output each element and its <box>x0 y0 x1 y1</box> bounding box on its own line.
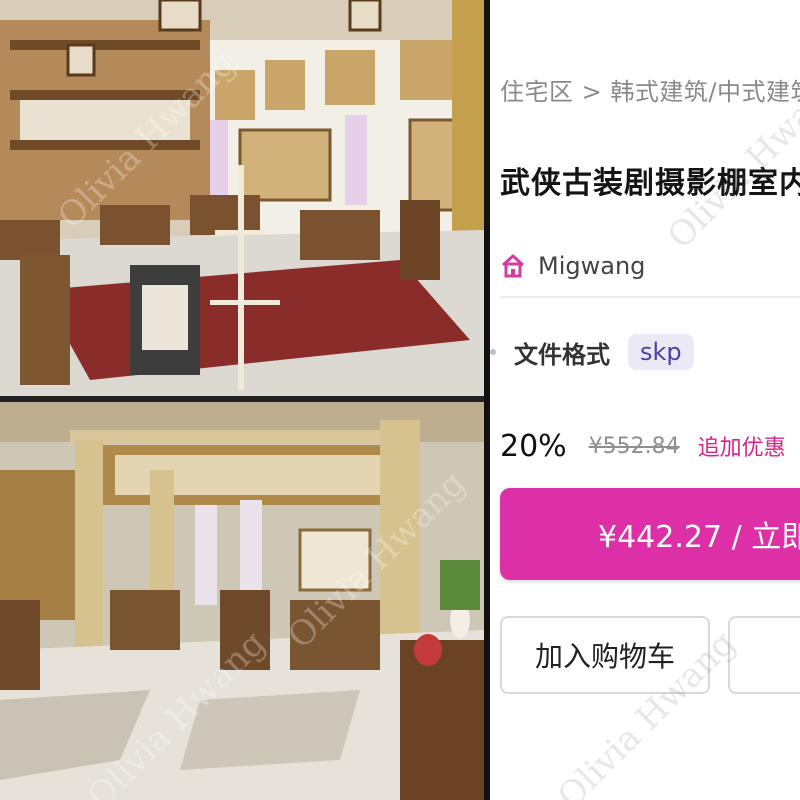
bullet-icon <box>490 349 496 355</box>
home-icon <box>501 254 525 278</box>
seller-link[interactable]: Migwang <box>500 248 645 284</box>
file-format-label: 文件格式 <box>514 340 610 369</box>
buy-now-label: ¥442.27 / 立即购买 <box>598 520 800 555</box>
file-format-badge: skp <box>628 334 694 370</box>
product-title: 武侠古装剧摄影棚室内 <box>500 166 800 201</box>
breadcrumb[interactable]: 住宅区 > 韩式建筑/中式建筑 <box>500 72 800 107</box>
secondary-action-button[interactable] <box>728 616 800 694</box>
product-info-panel: 住宅区 > 韩式建筑/中式建筑 武侠古装剧摄影棚室内 Migwang 文件格式 … <box>490 0 800 800</box>
promo-link[interactable]: 追加优惠 <box>698 430 786 462</box>
add-to-cart-button[interactable]: 加入购物车 <box>500 616 710 694</box>
original-price: ¥552.84 <box>588 433 680 459</box>
gallery-images <box>0 0 484 800</box>
gallery-image-bottom[interactable] <box>0 402 484 800</box>
section-divider <box>500 296 800 298</box>
price-row: 20% ¥552.84 追加优惠 <box>500 424 786 468</box>
buy-now-button[interactable]: ¥442.27 / 立即购买 <box>500 488 800 580</box>
add-to-cart-label: 加入购物车 <box>534 640 675 673</box>
file-format-row: 文件格式 skp <box>490 332 694 372</box>
product-gallery[interactable]: Olivia Hwang Olivia Hwang Olivia Hwang <box>0 0 484 800</box>
gallery-image-top[interactable] <box>0 0 484 396</box>
discount-percent: 20% <box>500 428 567 464</box>
seller-name: Migwang <box>538 252 646 280</box>
